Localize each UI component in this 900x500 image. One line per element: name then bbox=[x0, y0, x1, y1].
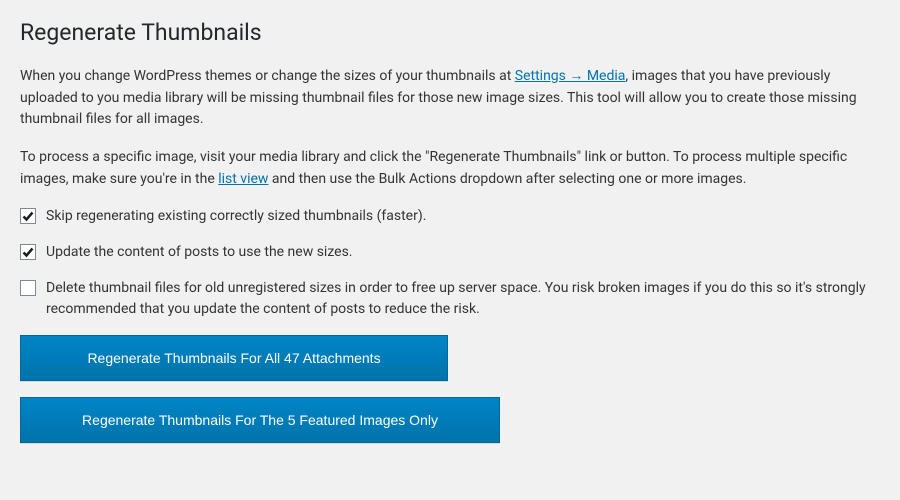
update-label: Update the content of posts to use the n… bbox=[46, 242, 880, 264]
check-icon bbox=[22, 210, 34, 222]
delete-label: Delete thumbnail files for old unregiste… bbox=[46, 278, 880, 321]
skip-label: Skip regenerating existing correctly siz… bbox=[46, 206, 880, 228]
regenerate-featured-button[interactable]: Regenerate Thumbnails For The 5 Featured… bbox=[20, 397, 500, 443]
process-text-2: and then use the Bulk Actions dropdown a… bbox=[268, 171, 746, 187]
check-icon bbox=[22, 246, 34, 258]
intro-text-1: When you change WordPress themes or chan… bbox=[20, 68, 515, 84]
update-checkbox[interactable] bbox=[20, 244, 36, 260]
process-paragraph: To process a specific image, visit your … bbox=[20, 147, 880, 190]
skip-checkbox[interactable] bbox=[20, 208, 36, 224]
delete-checkbox[interactable] bbox=[20, 280, 36, 296]
list-view-link[interactable]: list view bbox=[218, 171, 268, 187]
regenerate-all-button[interactable]: Regenerate Thumbnails For All 47 Attachm… bbox=[20, 335, 448, 381]
option-update-row: Update the content of posts to use the n… bbox=[20, 242, 880, 264]
option-delete-row: Delete thumbnail files for old unregiste… bbox=[20, 278, 880, 321]
intro-paragraph: When you change WordPress themes or chan… bbox=[20, 66, 880, 131]
settings-media-link[interactable]: Settings → Media bbox=[515, 68, 626, 84]
page-title: Regenerate Thumbnails bbox=[20, 18, 880, 48]
option-skip-row: Skip regenerating existing correctly siz… bbox=[20, 206, 880, 228]
